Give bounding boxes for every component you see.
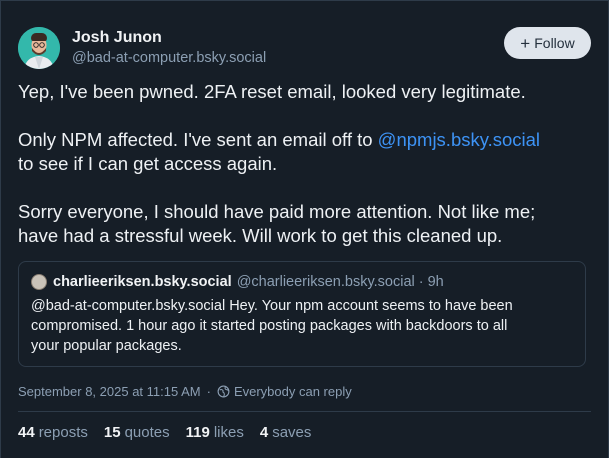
- reposts-stat[interactable]: 44 reposts: [18, 424, 88, 441]
- quotes-count: 15: [103, 424, 121, 441]
- post-timestamp[interactable]: September 8, 2025 at 11:15 AM: [18, 384, 201, 399]
- author-handle[interactable]: @bad-at-computer.bsky.social: [72, 50, 266, 66]
- post-paragraph-3-line2: have had a stressful week. Will work to …: [18, 225, 503, 246]
- quoted-author-name[interactable]: charlieeriksen.bsky.social: [53, 274, 232, 290]
- quotes-label: quotes: [124, 424, 170, 441]
- plus-icon: +: [520, 33, 531, 53]
- globe-icon: [217, 385, 230, 398]
- quoted-post-line-2: compromised. 1 hour ago it started posti…: [31, 318, 508, 334]
- post-paragraph-1: Yep, I've been pwned. 2FA reset email, l…: [18, 81, 526, 102]
- post-paragraph-2-text: Only NPM affected. I've sent an email of…: [18, 129, 378, 150]
- quoted-post[interactable]: charlieeriksen.bsky.social @charlieeriks…: [18, 261, 586, 367]
- post-header: Josh Junon @bad-at-computer.bsky.social …: [18, 27, 591, 69]
- quoted-post-header: charlieeriksen.bsky.social @charlieeriks…: [31, 274, 444, 290]
- mention-link[interactable]: @npmjs.bsky.social: [378, 129, 540, 150]
- quoted-post-line-1: @bad-at-computer.bsky.social Hey. Your n…: [31, 298, 513, 314]
- follow-button[interactable]: + Follow: [504, 27, 591, 59]
- post-paragraph-3: Sorry everyone, I should have paid more …: [18, 200, 591, 248]
- quoted-author-handle[interactable]: @charlieeriksen.bsky.social: [237, 274, 415, 290]
- post-paragraph-3-line1: Sorry everyone, I should have paid more …: [18, 201, 536, 222]
- quoted-post-text: @bad-at-computer.bsky.social Hey. Your n…: [31, 296, 576, 356]
- avatar[interactable]: [18, 27, 60, 69]
- reply-setting[interactable]: Everybody can reply: [234, 384, 352, 399]
- saves-stat[interactable]: 4 saves: [260, 424, 312, 441]
- saves-count: 4: [259, 424, 269, 441]
- post-text: Yep, I've been pwned. 2FA reset email, l…: [18, 80, 591, 272]
- quoted-author-avatar[interactable]: [31, 274, 47, 290]
- avatar-photo: [18, 27, 60, 69]
- likes-label: likes: [213, 424, 244, 441]
- reposts-label: reposts: [38, 424, 88, 441]
- quoted-post-line-3: your popular packages.: [31, 338, 182, 354]
- quoted-post-time: · 9h: [415, 274, 444, 290]
- post-meta: September 8, 2025 at 11:15 AM · Everybod…: [18, 384, 352, 399]
- post-paragraph-2-line2: to see if I can get access again.: [18, 153, 278, 174]
- likes-stat[interactable]: 119 likes: [186, 424, 244, 441]
- author-display-name[interactable]: Josh Junon: [72, 29, 162, 47]
- divider: [18, 411, 591, 412]
- post-stats: 44 reposts 15 quotes 119 likes 4 saves: [18, 424, 311, 441]
- meta-separator: ·: [206, 384, 211, 399]
- saves-label: saves: [272, 424, 312, 441]
- follow-button-label: Follow: [534, 35, 575, 51]
- reposts-count: 44: [18, 424, 35, 441]
- quoted-post-time-text: · 9h: [418, 274, 444, 290]
- post-paragraph-2: Only NPM affected. I've sent an email of…: [18, 128, 591, 176]
- quotes-stat[interactable]: 15 quotes: [104, 424, 170, 441]
- likes-count: 119: [185, 424, 210, 441]
